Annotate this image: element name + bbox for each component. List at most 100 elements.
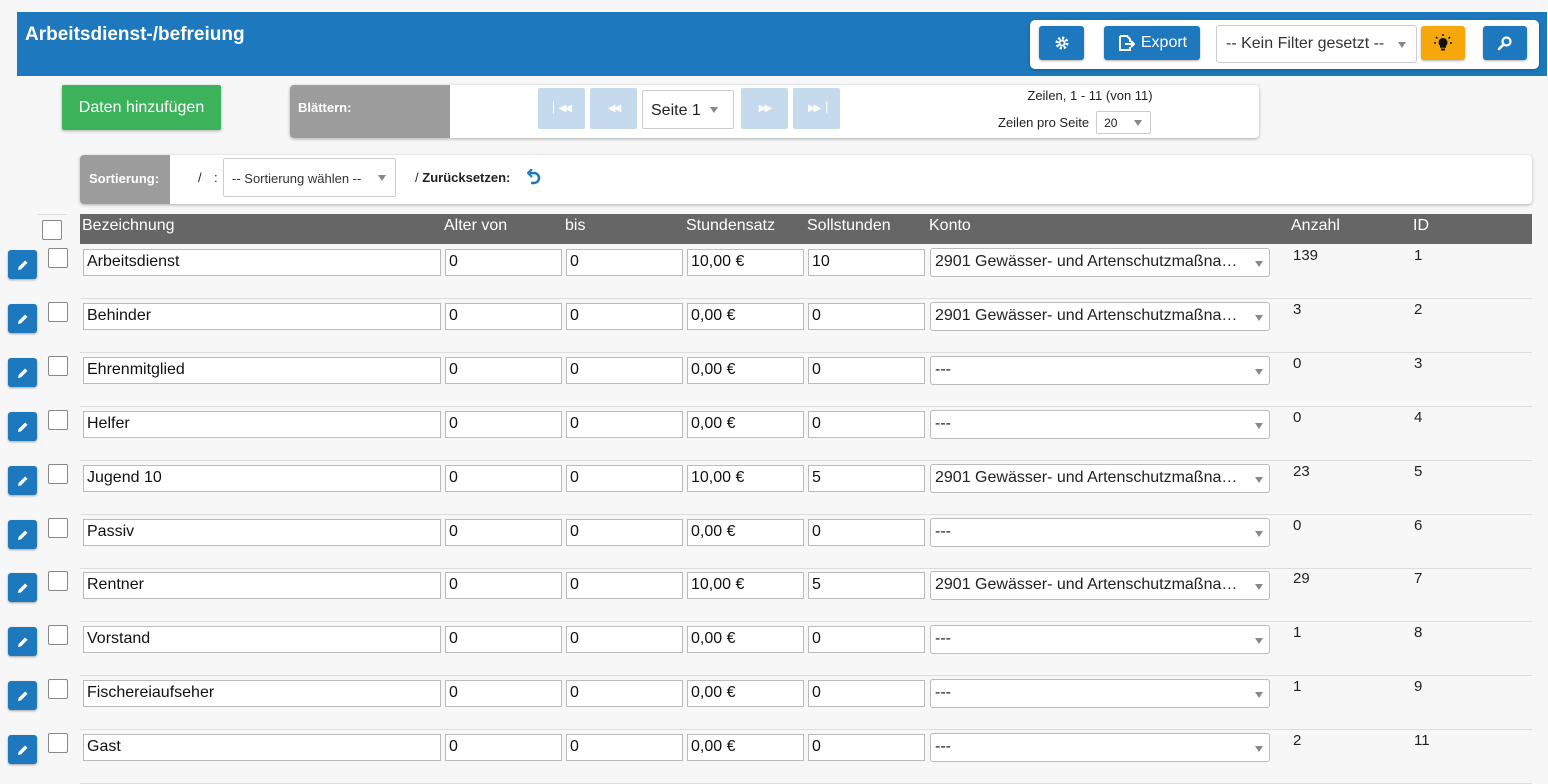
search-button[interactable] — [1483, 26, 1527, 60]
row-checkbox[interactable] — [48, 248, 68, 268]
row-checkbox[interactable] — [48, 464, 68, 484]
name-field[interactable]: Arbeitsdienst — [83, 249, 441, 276]
name-field[interactable]: Rentner — [83, 572, 441, 599]
row-checkbox[interactable] — [48, 625, 68, 645]
column-header-sollstunden[interactable]: Sollstunden — [807, 217, 891, 235]
age-to-field[interactable]: 0 — [566, 249, 683, 276]
help-button[interactable] — [1421, 26, 1465, 60]
account-select[interactable]: 2901 Gewässer- und Artenschutzmaßnahmen — [930, 571, 1270, 600]
age-from-field[interactable]: 0 — [445, 734, 562, 761]
column-header-bezeichnung[interactable]: Bezeichnung — [82, 217, 175, 235]
hourly-rate-field[interactable]: 0,00 € — [687, 734, 804, 761]
age-to-field[interactable]: 0 — [566, 357, 683, 384]
edit-button[interactable] — [8, 520, 37, 549]
name-field[interactable]: Fischereiaufseher — [83, 680, 441, 707]
age-to-field[interactable]: 0 — [566, 465, 683, 492]
age-to-field[interactable]: 0 — [566, 303, 683, 330]
row-checkbox[interactable] — [48, 571, 68, 591]
filter-select[interactable]: -- Kein Filter gesetzt -- — [1216, 25, 1417, 63]
account-select[interactable]: --- — [930, 356, 1270, 385]
row-checkbox[interactable] — [48, 356, 68, 376]
name-field[interactable]: Vorstand — [83, 626, 441, 653]
name-field[interactable]: Gast — [83, 734, 441, 761]
edit-button[interactable] — [8, 250, 37, 279]
name-field[interactable]: Helfer — [83, 411, 441, 438]
name-field[interactable]: Behinder — [83, 303, 441, 330]
next-page-button[interactable]: ▶▶ — [741, 88, 788, 129]
age-from-field[interactable]: 0 — [445, 249, 562, 276]
hourly-rate-field[interactable]: 0,00 € — [687, 626, 804, 653]
column-header-konto[interactable]: Konto — [929, 217, 971, 235]
account-select[interactable]: --- — [930, 518, 1270, 547]
target-hours-field[interactable]: 0 — [808, 411, 925, 438]
row-checkbox[interactable] — [48, 679, 68, 699]
target-hours-field[interactable]: 0 — [808, 734, 925, 761]
age-from-field[interactable]: 0 — [445, 626, 562, 653]
account-select[interactable]: 2901 Gewässer- und Artenschutzmaßnahmen — [930, 302, 1270, 331]
hourly-rate-field[interactable]: 0,00 € — [687, 303, 804, 330]
edit-button[interactable] — [8, 573, 37, 602]
hourly-rate-field[interactable]: 0,00 € — [687, 411, 804, 438]
edit-button[interactable] — [8, 412, 37, 441]
row-checkbox[interactable] — [48, 518, 68, 538]
edit-button[interactable] — [8, 466, 37, 495]
account-select[interactable]: --- — [930, 625, 1270, 654]
target-hours-field[interactable]: 0 — [808, 626, 925, 653]
age-from-field[interactable]: 0 — [445, 572, 562, 599]
hourly-rate-field[interactable]: 10,00 € — [687, 249, 804, 276]
add-data-button[interactable]: Daten hinzufügen — [62, 85, 221, 130]
first-page-button[interactable]: ▏◀◀ — [538, 88, 585, 129]
row-checkbox[interactable] — [48, 302, 68, 322]
edit-button[interactable] — [8, 358, 37, 387]
hourly-rate-field[interactable]: 10,00 € — [687, 572, 804, 599]
hourly-rate-field[interactable]: 0,00 € — [687, 680, 804, 707]
age-to-field[interactable]: 0 — [566, 519, 683, 546]
target-hours-field[interactable]: 10 — [808, 249, 925, 276]
name-field[interactable]: Ehrenmitglied — [83, 357, 441, 384]
age-from-field[interactable]: 0 — [445, 411, 562, 438]
export-button[interactable]: Export — [1104, 26, 1200, 60]
row-checkbox[interactable] — [48, 733, 68, 753]
edit-button[interactable] — [8, 627, 37, 656]
column-header-alter-von[interactable]: Alter von — [444, 217, 507, 235]
age-to-field[interactable]: 0 — [566, 411, 683, 438]
edit-button[interactable] — [8, 735, 37, 764]
page-select[interactable]: Seite 1 — [642, 90, 734, 129]
reset-icon[interactable] — [526, 168, 541, 192]
name-field[interactable]: Passiv — [83, 519, 441, 546]
age-to-field[interactable]: 0 — [566, 734, 683, 761]
age-to-field[interactable]: 0 — [566, 626, 683, 653]
row-checkbox[interactable] — [48, 410, 68, 430]
sort-select[interactable]: -- Sortierung wählen -- — [223, 158, 396, 197]
age-from-field[interactable]: 0 — [445, 357, 562, 384]
age-from-field[interactable]: 0 — [445, 680, 562, 707]
target-hours-field[interactable]: 5 — [808, 572, 925, 599]
hourly-rate-field[interactable]: 10,00 € — [687, 465, 804, 492]
account-select[interactable]: --- — [930, 679, 1270, 708]
age-to-field[interactable]: 0 — [566, 680, 683, 707]
column-header-bis[interactable]: bis — [565, 217, 585, 235]
edit-button[interactable] — [8, 681, 37, 710]
settings-button[interactable] — [1039, 26, 1084, 60]
column-header-anzahl[interactable]: Anzahl — [1291, 217, 1340, 235]
age-from-field[interactable]: 0 — [445, 465, 562, 492]
edit-button[interactable] — [8, 304, 37, 333]
age-from-field[interactable]: 0 — [445, 519, 562, 546]
last-page-button[interactable]: ▶▶▕ — [793, 88, 840, 129]
rows-per-page-select[interactable]: 20 — [1096, 111, 1152, 134]
target-hours-field[interactable]: 0 — [808, 303, 925, 330]
age-from-field[interactable]: 0 — [445, 303, 562, 330]
prev-page-button[interactable]: ◀◀ — [590, 88, 637, 129]
hourly-rate-field[interactable]: 0,00 € — [687, 519, 804, 546]
hourly-rate-field[interactable]: 0,00 € — [687, 357, 804, 384]
select-all-checkbox[interactable] — [42, 220, 62, 240]
column-header-id[interactable]: ID — [1413, 217, 1429, 235]
column-header-stundensatz[interactable]: Stundensatz — [686, 217, 775, 235]
target-hours-field[interactable]: 0 — [808, 357, 925, 384]
target-hours-field[interactable]: 0 — [808, 680, 925, 707]
name-field[interactable]: Jugend 10 — [83, 465, 441, 492]
age-to-field[interactable]: 0 — [566, 572, 683, 599]
account-select[interactable]: --- — [930, 410, 1270, 439]
account-select[interactable]: 2901 Gewässer- und Artenschutzmaßnahmen — [930, 464, 1270, 493]
target-hours-field[interactable]: 0 — [808, 519, 925, 546]
